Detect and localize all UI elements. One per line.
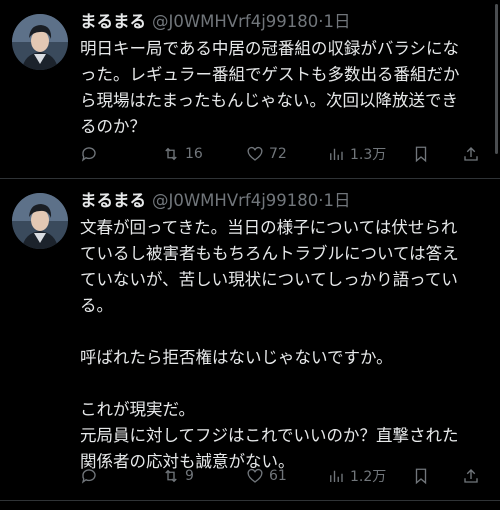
tweet-text: 明日キー局である中居の冠番組の収録がバラシにな った。レギュラー番組でゲストも多… (80, 39, 460, 136)
reply-icon (81, 469, 96, 484)
retweet-count: 16 (185, 146, 203, 162)
user-handle[interactable]: @J0WMHVrf4j99180 (152, 191, 318, 210)
views-button[interactable]: 1.2万 (327, 465, 386, 487)
retweet-button[interactable]: 9 (162, 465, 194, 487)
views-icon (330, 148, 343, 160)
tweet-header: まるまる @J0WMHVrf4j99180·1日 (80, 189, 351, 213)
avatar[interactable] (12, 14, 68, 70)
views-icon (330, 470, 343, 482)
like-button[interactable]: 72 (246, 143, 287, 165)
user-handle[interactable]: @J0WMHVrf4j99180 (152, 12, 318, 31)
timestamp[interactable]: 1日 (324, 191, 351, 210)
like-icon (247, 468, 263, 483)
tweet[interactable]: まるまる @J0WMHVrf4j99180·1日 明日キー局である中居の冠番組の収… (0, 0, 500, 178)
reply-button[interactable] (80, 465, 103, 487)
share-icon (464, 147, 478, 161)
share-button[interactable] (462, 143, 480, 165)
share-button[interactable] (462, 465, 480, 487)
divider (0, 500, 500, 501)
display-name[interactable]: まるまる (80, 191, 146, 210)
share-icon (464, 469, 478, 483)
tweet-header: まるまる @J0WMHVrf4j99180·1日 (80, 10, 351, 34)
retweet-icon (165, 469, 177, 483)
display-name[interactable]: まるまる (80, 12, 146, 31)
like-count: 61 (269, 468, 287, 484)
timestamp[interactable]: 1日 (324, 12, 351, 31)
bookmark-button[interactable] (412, 143, 430, 165)
views-button[interactable]: 1.3万 (327, 143, 386, 165)
like-icon (247, 146, 263, 161)
tweet-text: 文春が回ってきた。当日の様子については伏せられ ているし被害者ももちろんトラブル… (80, 218, 459, 471)
view-count: 1.2万 (350, 469, 387, 485)
action-bar: 9 61 1.2万 (80, 465, 480, 487)
retweet-icon (165, 147, 177, 161)
bookmark-icon (415, 146, 427, 163)
retweet-button[interactable]: 16 (162, 143, 203, 165)
like-count: 72 (269, 146, 287, 162)
view-count: 1.3万 (350, 147, 387, 163)
retweet-count: 9 (185, 468, 194, 484)
avatar[interactable] (12, 193, 68, 249)
like-button[interactable]: 61 (246, 465, 287, 487)
reply-icon (81, 147, 96, 162)
reply-button[interactable] (80, 143, 103, 165)
tweet[interactable]: まるまる @J0WMHVrf4j99180·1日 文春が回ってきた。当日の様子につ… (0, 179, 500, 500)
bookmark-icon (415, 468, 427, 485)
bookmark-button[interactable] (412, 465, 430, 487)
action-bar: 16 72 1.3万 (80, 143, 480, 165)
